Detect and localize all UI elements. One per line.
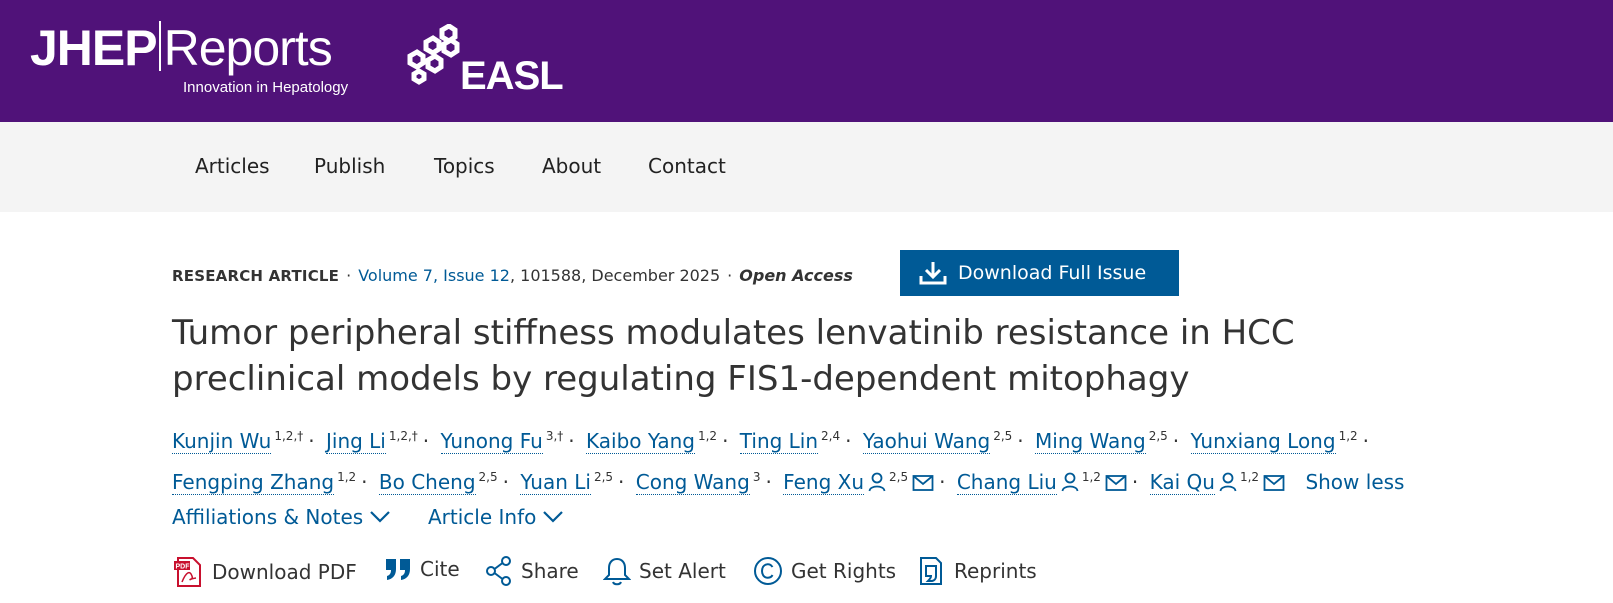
author-link[interactable]: Fengping Zhang <box>172 470 335 495</box>
nav-publish[interactable]: Publish <box>314 154 385 178</box>
author-link[interactable]: Kai Qu <box>1149 470 1215 495</box>
person-icon <box>868 472 886 492</box>
author-link[interactable]: Ming Wang <box>1035 429 1146 454</box>
svg-text:PDF: PDF <box>176 564 191 571</box>
author-list: Kunjin Wu 1,2,† · Jing Li 1,2,† · Yunong Fu 3… <box>172 429 1405 495</box>
pdf-icon: PDF <box>174 557 201 587</box>
share-icon <box>486 556 511 586</box>
cite-label: Cite <box>420 557 460 581</box>
copyright-icon <box>754 557 782 585</box>
nav-contact[interactable]: Contact <box>648 154 726 178</box>
site-header: JHEP Reports Innovation in Hepatology EAS… <box>0 0 1613 122</box>
author-link[interactable]: Bo Cheng <box>378 470 476 495</box>
reprints-icon <box>920 557 942 585</box>
envelope-icon[interactable] <box>1105 474 1127 492</box>
logo-light-text: Reports <box>163 20 333 76</box>
bell-icon <box>603 557 631 586</box>
author-link[interactable]: Jing Li <box>325 429 386 454</box>
volume-issue-link[interactable]: Volume 7, Issue 12 <box>358 266 510 285</box>
reprints-label: Reprints <box>954 559 1037 583</box>
reprints-button[interactable]: Reprints <box>918 556 1037 586</box>
get-rights-button[interactable]: Get Rights <box>753 556 896 586</box>
article-type: RESEARCH ARTICLE <box>172 267 340 285</box>
jhep-reports-logo[interactable]: JHEP Reports Innovation in Hepatology <box>30 20 348 96</box>
cite-button[interactable]: Cite <box>384 556 460 582</box>
nav-topics[interactable]: Topics <box>434 154 495 178</box>
article-info-label: Article Info <box>428 505 537 529</box>
show-less-link[interactable]: Show less <box>1305 470 1404 494</box>
chevron-down-icon <box>370 511 390 523</box>
article-info-toggle[interactable]: Article Info <box>428 505 564 529</box>
author-link[interactable]: Yunong Fu <box>440 429 543 454</box>
author-link[interactable]: Yuan Li <box>520 470 591 495</box>
envelope-icon[interactable] <box>912 474 934 492</box>
author-link[interactable]: Cong Wang <box>635 470 750 495</box>
article-meta: RESEARCH ARTICLE · Volume 7, Issue 12, 101… <box>172 266 853 285</box>
article-title: Tumor peripheral stiffness modulates len… <box>172 313 1295 399</box>
nav-about[interactable]: About <box>542 154 601 178</box>
easl-hexagons-icon <box>407 23 460 85</box>
share-label: Share <box>521 559 579 583</box>
download-full-issue-button[interactable]: Download Full Issue <box>900 250 1179 296</box>
person-icon <box>1219 472 1237 492</box>
download-pdf-button[interactable]: PDF Download PDF <box>172 556 357 588</box>
main-nav: Articles Publish Topics About Contact <box>0 122 1613 212</box>
author-link[interactable]: Yunxiang Long <box>1190 429 1336 454</box>
open-access-label: Open Access <box>739 266 853 285</box>
easl-logo-text: EASL <box>460 54 564 98</box>
logo-bold-text: JHEP <box>30 20 158 76</box>
author-link[interactable]: Kunjin Wu <box>172 429 272 454</box>
affiliations-notes-toggle[interactable]: Affiliations & Notes <box>172 505 391 529</box>
person-icon <box>1061 472 1079 492</box>
chevron-down-icon <box>543 511 564 523</box>
get-rights-label: Get Rights <box>791 559 897 583</box>
logo-tagline: Innovation in Hepatology <box>183 79 349 96</box>
easl-logo[interactable]: EASL <box>404 23 564 98</box>
author-link[interactable]: Kaibo Yang <box>586 429 695 454</box>
nav-articles[interactable]: Articles <box>195 154 270 178</box>
set-alert-button[interactable]: Set Alert <box>603 556 726 586</box>
author-link[interactable]: Chang Liu <box>956 470 1057 495</box>
download-pdf-label: Download PDF <box>212 560 357 584</box>
download-icon <box>919 262 947 285</box>
author-link[interactable]: Feng Xu <box>783 470 864 495</box>
envelope-icon[interactable] <box>1263 474 1285 492</box>
quote-icon <box>386 559 410 580</box>
share-button[interactable]: Share <box>485 556 579 586</box>
set-alert-label: Set Alert <box>639 559 726 583</box>
author-link[interactable]: Ting Lin <box>739 429 819 454</box>
affiliations-notes-label: Affiliations & Notes <box>172 505 364 529</box>
author-link[interactable]: Yaohui Wang <box>862 429 991 454</box>
download-full-issue-label: Download Full Issue <box>958 262 1147 284</box>
article-number-date: , 101588, December 2025 <box>509 266 721 285</box>
